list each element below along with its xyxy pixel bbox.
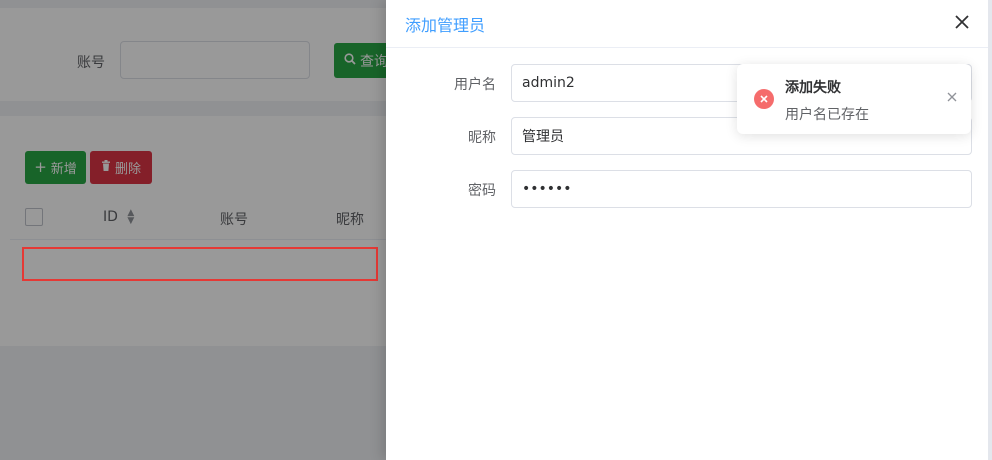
close-icon[interactable] [950, 10, 974, 34]
notification-close-icon[interactable] [947, 91, 957, 105]
drawer-title: 添加管理员 [405, 16, 486, 35]
password-row: 密码 [386, 170, 988, 208]
password-input[interactable] [511, 170, 972, 208]
notification-message: 用户名已存在 [785, 107, 869, 123]
notification-title: 添加失败 [785, 80, 841, 96]
error-notification: 添加失败 用户名已存在 [737, 64, 971, 134]
nickname-label: 昵称 [468, 130, 496, 146]
password-label: 密码 [468, 183, 496, 199]
highlight-box [22, 247, 378, 281]
drawer-header: 添加管理员 [386, 0, 988, 48]
username-label: 用户名 [454, 77, 496, 93]
scrollbar-track[interactable] [988, 0, 992, 460]
error-circle-icon [754, 89, 774, 109]
